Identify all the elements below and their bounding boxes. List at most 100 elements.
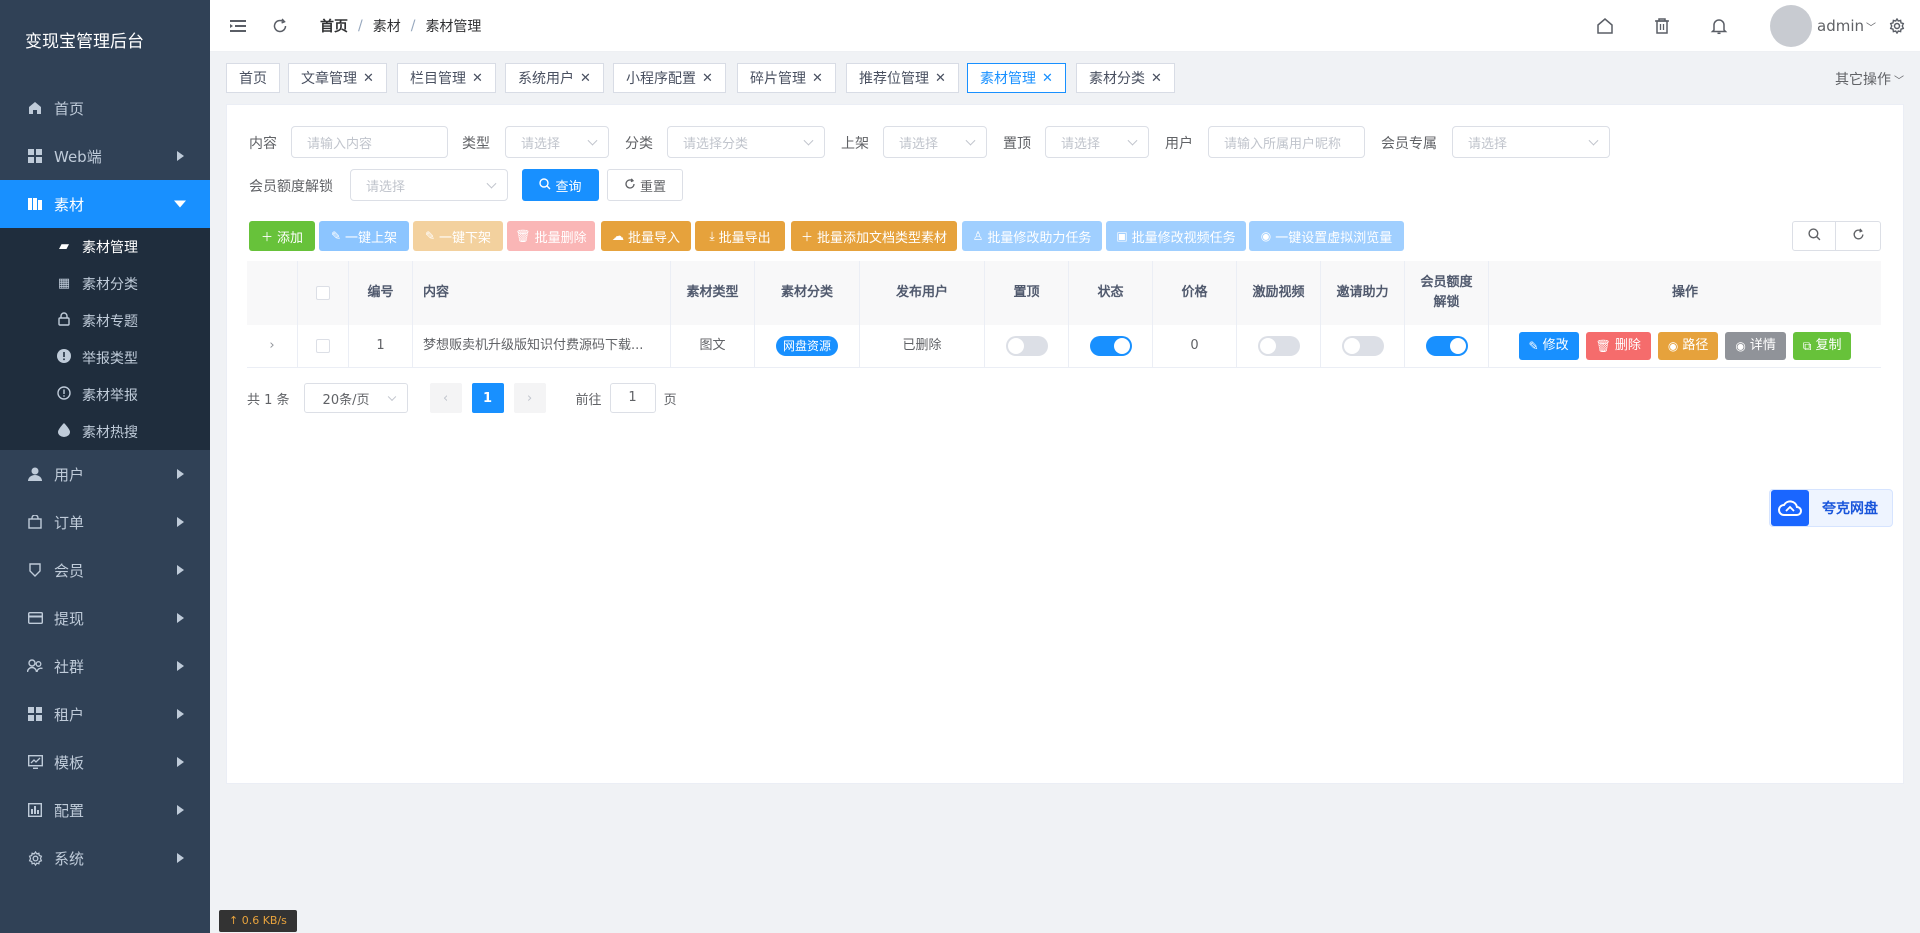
home-icon[interactable] bbox=[1594, 15, 1616, 37]
path-button[interactable]: ◉ 路径 bbox=[1657, 332, 1719, 360]
sidebar-subitem-material-topic[interactable]: 素材专题 bbox=[0, 302, 210, 339]
sidebar-item-withdraw[interactable]: 提现 bbox=[0, 594, 210, 642]
hamburger-icon[interactable] bbox=[228, 16, 248, 36]
tag-material-manage[interactable]: 素材管理 ✕ bbox=[967, 63, 1066, 93]
content-input[interactable]: 请输入内容 bbox=[291, 126, 448, 158]
table-refresh-button[interactable] bbox=[1835, 221, 1881, 251]
vip-quota-switch[interactable] bbox=[1425, 336, 1468, 356]
column-header: 发布用户 bbox=[860, 261, 985, 325]
breadcrumb-material[interactable]: 素材 bbox=[373, 16, 401, 36]
query-button[interactable]: 查询 bbox=[522, 169, 599, 201]
close-icon[interactable]: ✕ bbox=[472, 71, 483, 86]
vip-quota-cell bbox=[1405, 325, 1489, 367]
close-icon[interactable]: ✕ bbox=[580, 71, 591, 86]
sidebar-item-tenant[interactable]: 租户 bbox=[0, 690, 210, 738]
reward-video-switch[interactable] bbox=[1257, 336, 1300, 356]
close-icon[interactable]: ✕ bbox=[363, 71, 374, 86]
type-select[interactable]: 请选择 bbox=[505, 126, 609, 158]
reset-button[interactable]: 重置 bbox=[607, 169, 683, 201]
avatar[interactable] bbox=[1770, 5, 1812, 47]
tag-column[interactable]: 栏目管理 ✕ bbox=[397, 63, 496, 93]
batch-add-doc-button[interactable]: ＋ 批量添加文档类型素材 bbox=[791, 221, 957, 251]
search-toggle-button[interactable] bbox=[1792, 221, 1836, 251]
user-menu[interactable]: admin ﹀ bbox=[1817, 17, 1876, 35]
tag-recommend[interactable]: 推荐位管理 ✕ bbox=[846, 63, 959, 93]
tag-material-category[interactable]: 素材分类 ✕ bbox=[1076, 63, 1175, 93]
batch-import-button[interactable]: ☁ 批量导入 bbox=[601, 221, 691, 251]
goto-page-input[interactable]: 1 bbox=[609, 383, 656, 413]
row-checkbox[interactable] bbox=[316, 339, 330, 353]
sidebar-item-user[interactable]: 用户 bbox=[0, 450, 210, 498]
quark-netdisk-widget[interactable]: 夸克网盘 bbox=[1769, 489, 1893, 527]
shelf-up-button[interactable]: ✎ 一键上架 bbox=[319, 221, 409, 251]
sidebar-item-config[interactable]: 配置 bbox=[0, 786, 210, 834]
close-icon[interactable]: ✕ bbox=[702, 71, 713, 86]
copy-button[interactable]: ⧉ 复制 bbox=[1792, 332, 1852, 360]
vip-select[interactable]: 请选择 bbox=[1452, 126, 1610, 158]
refresh-icon[interactable] bbox=[270, 16, 290, 36]
user-input[interactable]: 请输入所属用户昵称 bbox=[1208, 126, 1365, 158]
sidebar-item-template[interactable]: 模板 bbox=[0, 738, 210, 786]
quota-select[interactable]: 请选择 bbox=[350, 169, 508, 201]
sidebar-item-material[interactable]: 素材 bbox=[0, 180, 210, 228]
gear-icon[interactable] bbox=[1886, 15, 1908, 37]
select-all-checkbox[interactable] bbox=[316, 286, 330, 300]
bell-icon[interactable] bbox=[1708, 15, 1730, 37]
other-ops-dropdown[interactable]: 其它操作 ﹀ bbox=[1835, 69, 1904, 89]
top-cell bbox=[985, 325, 1069, 367]
sidebar-subitem-material-hot[interactable]: 素材热搜 bbox=[0, 413, 210, 450]
set-views-button[interactable]: ◉ 一键设置虚拟浏览量 bbox=[1249, 221, 1404, 251]
shelf-down-button[interactable]: ✎ 一键下架 bbox=[413, 221, 503, 251]
placeholder: 请输入内容 bbox=[307, 136, 373, 152]
sidebar-item-web[interactable]: Web端 bbox=[0, 132, 210, 180]
top-switch[interactable] bbox=[1005, 336, 1048, 356]
sidebar-subitem-material-report[interactable]: 素材举报 bbox=[0, 376, 210, 413]
shelf-select[interactable]: 请选择 bbox=[883, 126, 987, 158]
top-select[interactable]: 请选择 bbox=[1045, 126, 1149, 158]
sidebar-subitem-report-type[interactable]: 举报类型 bbox=[0, 339, 210, 376]
trash-icon[interactable] bbox=[1651, 15, 1673, 37]
sidebar-item-community[interactable]: 社群 bbox=[0, 642, 210, 690]
add-button[interactable]: ＋ 添加 bbox=[249, 221, 315, 251]
sidebar-item-label: 系统 bbox=[54, 849, 85, 868]
sidebar-subitem-material-manage[interactable]: ▰ 素材管理 bbox=[0, 228, 210, 265]
tag-miniprogram[interactable]: 小程序配置 ✕ bbox=[613, 63, 726, 93]
page-size-select[interactable]: 20条/页 bbox=[303, 383, 408, 413]
tag-fragment[interactable]: 碎片管理 ✕ bbox=[737, 63, 836, 93]
sidebar-item-system[interactable]: 系统 bbox=[0, 834, 210, 882]
close-icon[interactable]: ✕ bbox=[1042, 71, 1053, 86]
card-icon bbox=[26, 609, 44, 627]
close-icon[interactable]: ✕ bbox=[812, 71, 823, 86]
sidebar-item-home[interactable]: 首页 bbox=[0, 84, 210, 132]
detail-button[interactable]: ◉ 详情 bbox=[1725, 332, 1786, 360]
breadcrumb-home[interactable]: 首页 bbox=[320, 16, 348, 36]
column-header: 邀请助力 bbox=[1321, 261, 1405, 325]
chevron-right-icon[interactable]: › bbox=[269, 336, 274, 356]
category-select[interactable]: 请选择分类 bbox=[667, 126, 825, 158]
sidebar-subitem-material-category[interactable]: ▦ 素材分类 bbox=[0, 265, 210, 302]
placeholder: 请输入所属用户昵称 bbox=[1224, 136, 1342, 152]
prev-page-button[interactable]: ‹ bbox=[429, 383, 462, 413]
next-page-button[interactable]: › bbox=[513, 383, 546, 413]
tag-system-user[interactable]: 系统用户 ✕ bbox=[505, 63, 604, 93]
reset-label: 重置 bbox=[639, 179, 666, 195]
batch-delete-button[interactable]: 🗑 批量删除 bbox=[507, 221, 595, 251]
info-icon bbox=[56, 385, 72, 404]
batch-video-button[interactable]: ▣ 批量修改视频任务 bbox=[1106, 221, 1246, 251]
sidebar-item-vip[interactable]: 会员 bbox=[0, 546, 210, 594]
page-number[interactable]: 1 bbox=[471, 383, 504, 413]
close-icon[interactable]: ✕ bbox=[935, 71, 946, 86]
batch-export-button[interactable]: ⤓ 批量导出 bbox=[695, 221, 785, 251]
tag-home[interactable]: 首页 bbox=[226, 63, 280, 93]
invite-switch[interactable] bbox=[1341, 336, 1384, 356]
delete-button[interactable]: 🗑 删除 bbox=[1585, 332, 1651, 360]
sidebar-item-order[interactable]: 订单 bbox=[0, 498, 210, 546]
batch-assist-button[interactable]: ♙ 批量修改助力任务 bbox=[962, 221, 1102, 251]
edit-button[interactable]: ✎ 修改 bbox=[1518, 332, 1579, 360]
tag-article[interactable]: 文章管理 ✕ bbox=[288, 63, 387, 93]
sidebar-item-label: 提现 bbox=[54, 609, 85, 628]
tag-label: 系统用户 bbox=[518, 71, 574, 87]
close-icon[interactable]: ✕ bbox=[1151, 71, 1162, 86]
status-switch[interactable] bbox=[1089, 336, 1132, 356]
add-label: 添加 bbox=[277, 230, 304, 246]
